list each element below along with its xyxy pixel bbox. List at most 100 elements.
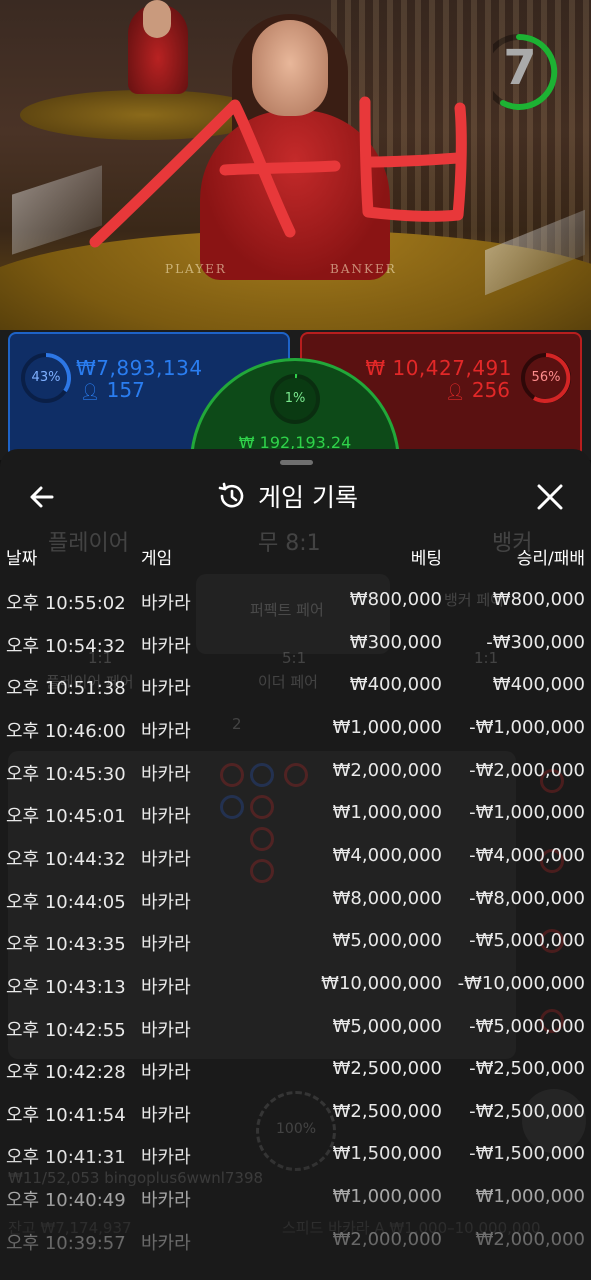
game-history-sheet: 플레이어 무 8:1 뱅커 퍼펙트 페어 뱅커 페어 1:1 5:1 1:1 플… — [0, 449, 591, 1280]
banker-percent: 56% — [531, 370, 561, 385]
history-row-bet: ₩2,000,000 — [332, 1228, 442, 1250]
history-row-game: 바카라 — [141, 593, 191, 614]
history-row[interactable]: 오후 10:42:55 바카라 ₩5,000,000 -₩5,000,000 — [0, 1016, 591, 1050]
history-row-game: 바카라 — [141, 763, 191, 785]
close-button[interactable] — [528, 477, 572, 517]
history-row-result: ₩2,000,000 — [475, 1228, 585, 1250]
history-row-date: 오후 10:44:05 — [6, 891, 126, 913]
history-row-game: 바카라 — [141, 1147, 191, 1169]
player-bet-amount: ₩7,893,134 — [76, 356, 203, 380]
history-row-date: 오후 10:43:35 — [6, 934, 126, 956]
drag-handle[interactable] — [280, 460, 313, 465]
back-button[interactable] — [20, 477, 64, 517]
banker-bettor-count: 256 — [471, 378, 510, 402]
history-row-date: 오후 10:54:32 — [6, 635, 126, 657]
banker-bet-amount: ₩ 10,427,491 — [365, 356, 512, 380]
countdown-timer: 7 — [503, 40, 537, 96]
history-row-date: 오후 10:55:02 — [6, 593, 126, 614]
history-row[interactable]: 오후 10:51:38 바카라 ₩400,000 ₩400,000 — [0, 674, 591, 708]
betting-summary: 43% ₩7,893,134 👤︎ 157 56% ₩ 10,427,491 👤… — [0, 330, 591, 568]
history-row[interactable]: 오후 10:45:30 바카라 ₩2,000,000 -₩2,000,000 — [0, 760, 591, 794]
history-row-result: -₩2,500,000 — [469, 1100, 585, 1122]
column-header-date: 날짜 — [6, 549, 38, 569]
history-row-result: ₩800,000 — [492, 589, 585, 610]
panel-header: 게임 기록 — [216, 475, 358, 517]
history-clock-icon — [218, 482, 244, 508]
history-row-bet: ₩1,000,000 — [332, 802, 442, 824]
history-row-bet: ₩300,000 — [349, 631, 442, 653]
history-row[interactable]: 오후 10:39:57 바카라 ₩2,000,000 ₩2,000,000 — [0, 1229, 591, 1263]
history-row[interactable]: 오후 10:55:02 바카라 ₩800,000 ₩800,000 — [0, 589, 591, 623]
history-row-date: 오후 10:42:28 — [6, 1062, 126, 1084]
history-row-result: -₩2,500,000 — [469, 1058, 585, 1080]
history-row-result: -₩1,000,000 — [469, 802, 585, 824]
history-table-header: 날짜 게임 베팅 승리/패배 — [0, 544, 591, 574]
history-row-bet: ₩5,000,000 — [332, 1015, 442, 1037]
history-row-date: 오후 10:46:00 — [6, 720, 126, 742]
history-row-date: 오후 10:44:32 — [6, 848, 126, 870]
history-row[interactable]: 오후 10:44:05 바카라 ₩8,000,000 -₩8,000,000 — [0, 888, 591, 922]
history-row[interactable]: 오후 10:43:13 바카라 ₩10,000,000 -₩10,000,000 — [0, 973, 591, 1007]
player-bettor-count-wrap: 👤︎ 157 — [80, 378, 145, 402]
history-row-game: 바카라 — [141, 678, 191, 700]
history-row[interactable]: 오후 10:41:54 바카라 ₩2,500,000 -₩2,500,000 — [0, 1101, 591, 1135]
history-row-date: 오후 10:41:31 — [6, 1147, 126, 1169]
history-row-game: 바카라 — [141, 1104, 191, 1126]
player-bettor-count: 157 — [106, 378, 145, 402]
history-row-result: ₩400,000 — [492, 674, 585, 696]
history-row[interactable]: 오후 10:40:49 바카라 ₩1,000,000 ₩1,000,000 — [0, 1186, 591, 1220]
history-row-bet: ₩2,000,000 — [332, 759, 442, 781]
history-row-game: 바카라 — [141, 1232, 191, 1254]
history-row-bet: ₩2,500,000 — [332, 1100, 442, 1122]
history-row[interactable]: 오후 10:43:35 바카라 ₩5,000,000 -₩5,000,000 — [0, 930, 591, 964]
history-row-result: ₩1,000,000 — [475, 1186, 585, 1208]
history-row-game: 바카라 — [141, 976, 191, 998]
history-row-date: 오후 10:45:01 — [6, 806, 126, 828]
history-row[interactable]: 오후 10:46:00 바카라 ₩1,000,000 -₩1,000,000 — [0, 717, 591, 751]
column-header-game: 게임 — [141, 549, 173, 569]
history-row-result: -₩4,000,000 — [469, 844, 585, 866]
history-row[interactable]: 오후 10:44:32 바카라 ₩4,000,000 -₩4,000,000 — [0, 845, 591, 879]
column-header-bet: 베팅 — [410, 549, 442, 569]
history-row[interactable]: 오후 10:45:01 바카라 ₩1,000,000 -₩1,000,000 — [0, 802, 591, 836]
history-row-bet: ₩8,000,000 — [332, 887, 442, 909]
banker-bettor-count-wrap: 👤︎ 256 — [445, 378, 510, 402]
history-row-game: 바카라 — [141, 635, 191, 657]
history-row-game: 바카라 — [141, 848, 191, 870]
history-row-date: 오후 10:40:49 — [6, 1190, 126, 1212]
history-row-game: 바카라 — [141, 1190, 191, 1212]
history-row-result: -₩10,000,000 — [457, 972, 585, 994]
history-row-result: -₩8,000,000 — [469, 887, 585, 909]
arrow-left-icon — [30, 486, 54, 508]
player-percent: 43% — [31, 370, 61, 385]
user-icon: 👤︎ — [445, 382, 466, 401]
column-header-result: 승리/패배 — [516, 549, 585, 569]
user-icon: 👤︎ — [80, 382, 101, 401]
history-row-bet: ₩1,000,000 — [332, 1186, 442, 1208]
history-row-date: 오후 10:43:13 — [6, 976, 126, 998]
tie-percent: 1% — [284, 391, 306, 406]
history-row-result: -₩5,000,000 — [469, 930, 585, 952]
history-row-result: -₩1,500,000 — [469, 1143, 585, 1165]
history-row-game: 바카라 — [141, 934, 191, 956]
history-row-result: -₩2,000,000 — [469, 759, 585, 781]
history-row-result: -₩5,000,000 — [469, 1015, 585, 1037]
history-row-bet: ₩1,500,000 — [332, 1143, 442, 1165]
history-row-game: 바카라 — [141, 806, 191, 828]
history-row-bet: ₩400,000 — [349, 674, 442, 696]
panel-title: 게임 기록 — [258, 483, 358, 512]
history-row-bet: ₩2,500,000 — [332, 1058, 442, 1080]
history-row-date: 오후 10:51:38 — [6, 678, 126, 700]
history-row[interactable]: 오후 10:42:28 바카라 ₩2,500,000 -₩2,500,000 — [0, 1058, 591, 1092]
history-row-date: 오후 10:39:57 — [6, 1232, 126, 1254]
history-row-result: -₩1,000,000 — [469, 716, 585, 738]
history-row-date: 오후 10:41:54 — [6, 1104, 126, 1126]
history-row-bet: ₩10,000,000 — [321, 972, 442, 994]
history-row-game: 바카라 — [141, 1019, 191, 1041]
history-row-bet: ₩4,000,000 — [332, 844, 442, 866]
history-row[interactable]: 오후 10:41:31 바카라 ₩1,500,000 -₩1,500,000 — [0, 1143, 591, 1177]
history-row-date: 오후 10:45:30 — [6, 763, 126, 785]
history-row-bet: ₩800,000 — [349, 589, 442, 610]
history-row[interactable]: 오후 10:54:32 바카라 ₩300,000 -₩300,000 — [0, 632, 591, 666]
history-row-result: -₩300,000 — [486, 631, 585, 653]
